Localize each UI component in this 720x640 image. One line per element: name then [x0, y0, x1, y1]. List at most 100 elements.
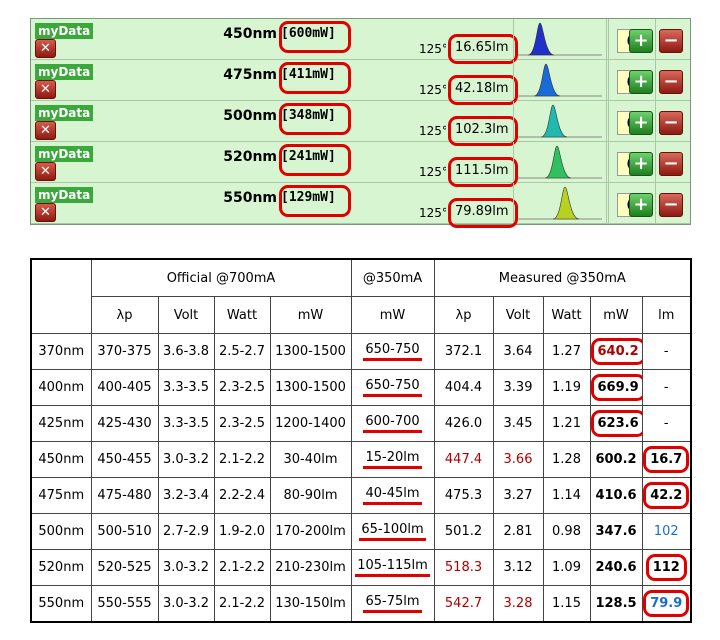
- mydata-tag: myData: [35, 187, 94, 203]
- increment-button[interactable]: +: [629, 193, 653, 217]
- power-highlight-ring: [279, 185, 351, 217]
- ringed-value: 669.9: [591, 374, 642, 401]
- table-cell-label: 500nm: [30, 513, 92, 550]
- table-cell-m-v: 3.45: [492, 405, 544, 442]
- table-cell-o-w: 2.1-2.2: [213, 441, 271, 478]
- beam-angle-label: 125°: [419, 165, 446, 179]
- table-cell-label: 475nm: [30, 477, 92, 514]
- table-cell-label: 450nm: [30, 441, 92, 478]
- table-cell-m-lm: 79.9: [641, 585, 692, 623]
- increment-button[interactable]: +: [629, 111, 653, 135]
- table-cell-o-w: 2.1-2.2: [213, 549, 271, 586]
- increment-button[interactable]: +: [629, 152, 653, 176]
- decrement-button[interactable]: −: [659, 70, 683, 94]
- table-cell-o-mw: 130-150lm: [269, 585, 352, 623]
- table-row: 520nm 520-525 3.0-3.2 2.1-2.2 210-230lm 105-1…: [30, 549, 692, 586]
- underlined-value: 650-750: [363, 378, 422, 397]
- spectrum-graph: [518, 22, 602, 56]
- table-cell-o-lp: 520-525: [90, 549, 159, 586]
- table-cell-s-mw: 65-75lm: [350, 585, 435, 623]
- table-cell-o-lp: 500-510: [90, 513, 159, 550]
- table-cell-o-lp: 475-480: [90, 477, 159, 514]
- table-cell-m-mw: 128.5: [589, 585, 643, 623]
- table-cell-o-mw: 1300-1500: [269, 333, 352, 370]
- increment-button[interactable]: +: [629, 70, 653, 94]
- power-highlight-ring: [279, 103, 351, 135]
- table-cell-o-v: 3.0-3.2: [157, 441, 215, 478]
- table-cell-m-lp: 542.7: [433, 585, 494, 623]
- table-cell-m-v: 3.28: [492, 585, 544, 623]
- table-cell-m-lm: -: [641, 405, 692, 442]
- table-cell-m-lp: 372.1: [433, 333, 494, 370]
- led-row: myData✕500nm[348mW]125°102.3lm0+−: [31, 101, 690, 146]
- column-header: λp: [90, 296, 159, 334]
- table-cell-o-w: 2.3-2.5: [213, 405, 271, 442]
- spectrum-thumbnail: [513, 60, 607, 100]
- decrement-button[interactable]: −: [659, 111, 683, 135]
- beam-angle-label: 125°: [419, 42, 446, 56]
- led-row: myData✕450nm[600mW]125°16.65lm0+−: [31, 19, 690, 64]
- column-header: mW: [589, 296, 643, 334]
- wavelength-label: 450nm: [223, 26, 277, 42]
- table-cell-o-mw: 80-90lm: [269, 477, 352, 514]
- table-cell-m-lp: 404.4: [433, 369, 494, 406]
- table-row: 370nm 370-375 3.6-3.8 2.5-2.7 1300-1500 650-7…: [30, 333, 692, 370]
- table-cell-m-mw: 347.6: [589, 513, 643, 550]
- table-cell-label: 400nm: [30, 369, 92, 406]
- group-header-measured: Measured @350mA: [433, 258, 692, 297]
- table-cell-o-lp: 400-405: [90, 369, 159, 406]
- table-cell-o-v: 3.6-3.8: [157, 333, 215, 370]
- table-cell-m-lp: 475.3: [433, 477, 494, 514]
- table-cell-m-lm: 112: [641, 549, 692, 586]
- group-header-official: Official @700mA: [90, 258, 352, 297]
- decrement-button[interactable]: −: [659, 29, 683, 53]
- column-header: mW: [269, 296, 352, 334]
- remove-button[interactable]: ✕: [35, 203, 56, 222]
- remove-button[interactable]: ✕: [35, 80, 56, 99]
- remove-button[interactable]: ✕: [35, 39, 56, 58]
- table-cell-m-w: 1.09: [542, 549, 591, 586]
- column-header: λp: [433, 296, 494, 334]
- table-cell-o-v: 3.0-3.2: [157, 549, 215, 586]
- increment-button[interactable]: +: [629, 29, 653, 53]
- ringed-value: 16.7: [643, 446, 690, 473]
- table-cell-m-w: 1.21: [542, 405, 591, 442]
- table-cell-o-w: 2.3-2.5: [213, 369, 271, 406]
- table-cell-s-mw: 600-700: [350, 405, 435, 442]
- spectrum-graph: [518, 186, 602, 220]
- table-cell-m-w: 0.98: [542, 513, 591, 550]
- mydata-tag: myData: [35, 64, 94, 80]
- underlined-value: 650-750: [363, 342, 422, 361]
- mydata-tag: myData: [35, 23, 94, 39]
- table-cell-s-mw: 105-115lm: [350, 549, 435, 586]
- spectrum-graph: [518, 145, 602, 179]
- corner-cell: [30, 258, 92, 334]
- remove-button[interactable]: ✕: [35, 162, 56, 181]
- table-cell-o-w: 2.1-2.2: [213, 585, 271, 623]
- spectrum-peak: [552, 186, 580, 220]
- table-cell-m-mw: 640.2: [589, 333, 643, 370]
- table-cell-m-v: 3.27: [492, 477, 544, 514]
- table-cell-s-mw: 40-45lm: [350, 477, 435, 514]
- ringed-value: 42.2: [643, 482, 690, 509]
- power-highlight-ring: [279, 144, 351, 176]
- underlined-value: 600-700: [363, 414, 422, 433]
- table-row: 400nm 400-405 3.3-3.5 2.3-2.5 1300-1500 650-7…: [30, 369, 692, 406]
- spectrum-peak: [540, 104, 568, 138]
- table-cell-label: 425nm: [30, 405, 92, 442]
- ringed-value: 112: [645, 554, 687, 581]
- table-row: 425nm 425-430 3.3-3.5 2.3-2.5 1200-1400 600-7…: [30, 405, 692, 442]
- decrement-button[interactable]: −: [659, 152, 683, 176]
- table-cell-m-mw: 669.9: [589, 369, 643, 406]
- table-cell-o-w: 2.2-2.4: [213, 477, 271, 514]
- table-row: 500nm 500-510 2.7-2.9 1.9-2.0 170-200lm 65-10…: [30, 513, 692, 550]
- remove-button[interactable]: ✕: [35, 121, 56, 140]
- table-cell-m-mw: 623.6: [589, 405, 643, 442]
- decrement-button[interactable]: −: [659, 193, 683, 217]
- table-cell-o-w: 2.5-2.7: [213, 333, 271, 370]
- power-highlight-ring: [279, 21, 351, 53]
- spectrum-graph: [518, 63, 602, 97]
- table-cell-m-lp: 501.2: [433, 513, 494, 550]
- table-row: 475nm 475-480 3.2-3.4 2.2-2.4 80-90lm 40-45lm…: [30, 477, 692, 514]
- table-cell-s-mw: 15-20lm: [350, 441, 435, 478]
